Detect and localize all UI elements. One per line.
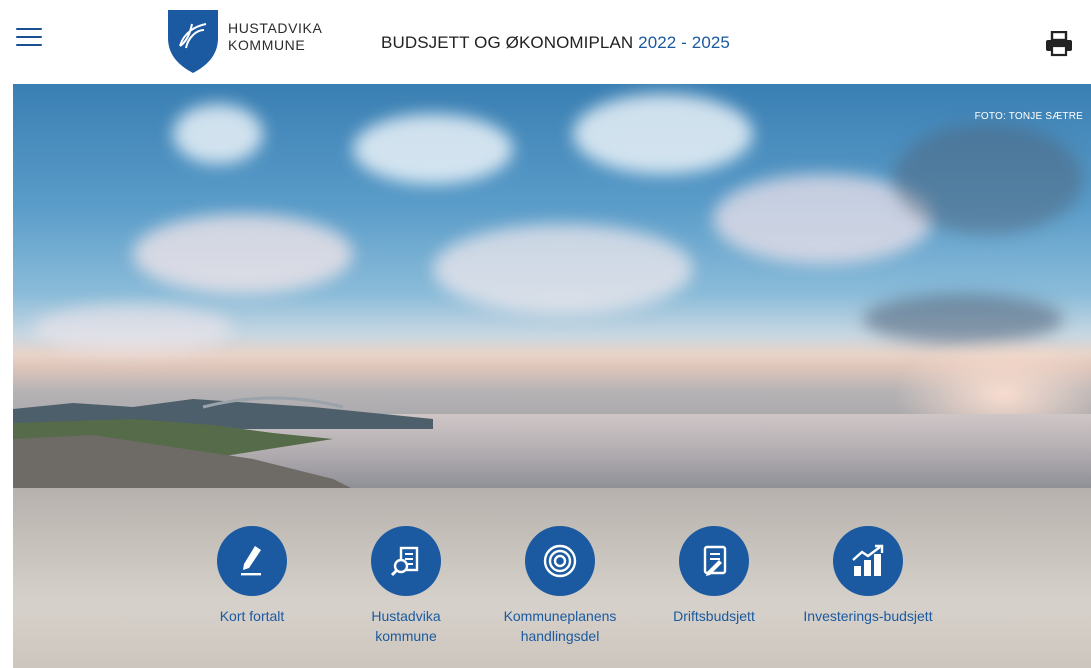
logo-text-line1: HUSTADVIKA — [228, 20, 323, 36]
coastline-graphic — [13, 396, 433, 488]
nav-item-kommuneplanens-handlingsdel[interactable]: Kommuneplanens handlingsdel — [495, 526, 625, 646]
page-title-years: 2022 - 2025 — [638, 33, 730, 52]
municipality-logo[interactable]: HUSTADVIKA KOMMUNE — [166, 8, 326, 76]
navigation-section: Kort fortalt Hustadvika kommune Kommunep… — [13, 488, 1091, 668]
photo-credit: FOTO: TONJE SÆTRE — [974, 111, 1083, 122]
page-title-main: BUDSJETT OG ØKONOMIPLAN — [381, 33, 634, 52]
printer-icon[interactable] — [1045, 30, 1073, 57]
target-icon — [525, 526, 595, 596]
logo-text: HUSTADVIKA KOMMUNE — [228, 20, 322, 54]
budget-document-icon — [679, 526, 749, 596]
page-title: BUDSJETT OG ØKONOMIPLAN 2022 - 2025 — [381, 33, 730, 53]
nav-item-label: Kort fortalt — [219, 608, 285, 624]
growth-chart-icon — [833, 526, 903, 596]
nav-item-kort-fortalt[interactable]: Kort fortalt — [187, 526, 317, 626]
hero-image: FOTO: TONJE SÆTRE — [13, 84, 1091, 488]
coat-of-arms-icon — [168, 10, 218, 73]
nav-item-label: Hustadvika kommune — [371, 608, 441, 644]
nav-item-label: Driftsbudsjett — [673, 608, 755, 624]
logo-text-line2: KOMMUNE — [228, 37, 306, 53]
nav-item-label: Kommuneplanens handlingsdel — [503, 608, 617, 644]
nav-item-hustadvika-kommune[interactable]: Hustadvika kommune — [341, 526, 471, 646]
nav-item-investeringsbudsjett[interactable]: Investerings-budsjett — [803, 526, 933, 626]
top-bar: HUSTADVIKA KOMMUNE BUDSJETT OG ØKONOMIPL… — [0, 0, 1091, 84]
document-search-icon — [371, 526, 441, 596]
nav-item-label: Investerings-budsjett — [803, 608, 933, 624]
pencil-icon — [217, 526, 287, 596]
nav-item-driftsbudsjett[interactable]: Driftsbudsjett — [649, 526, 779, 626]
hamburger-menu-icon[interactable] — [16, 28, 42, 50]
